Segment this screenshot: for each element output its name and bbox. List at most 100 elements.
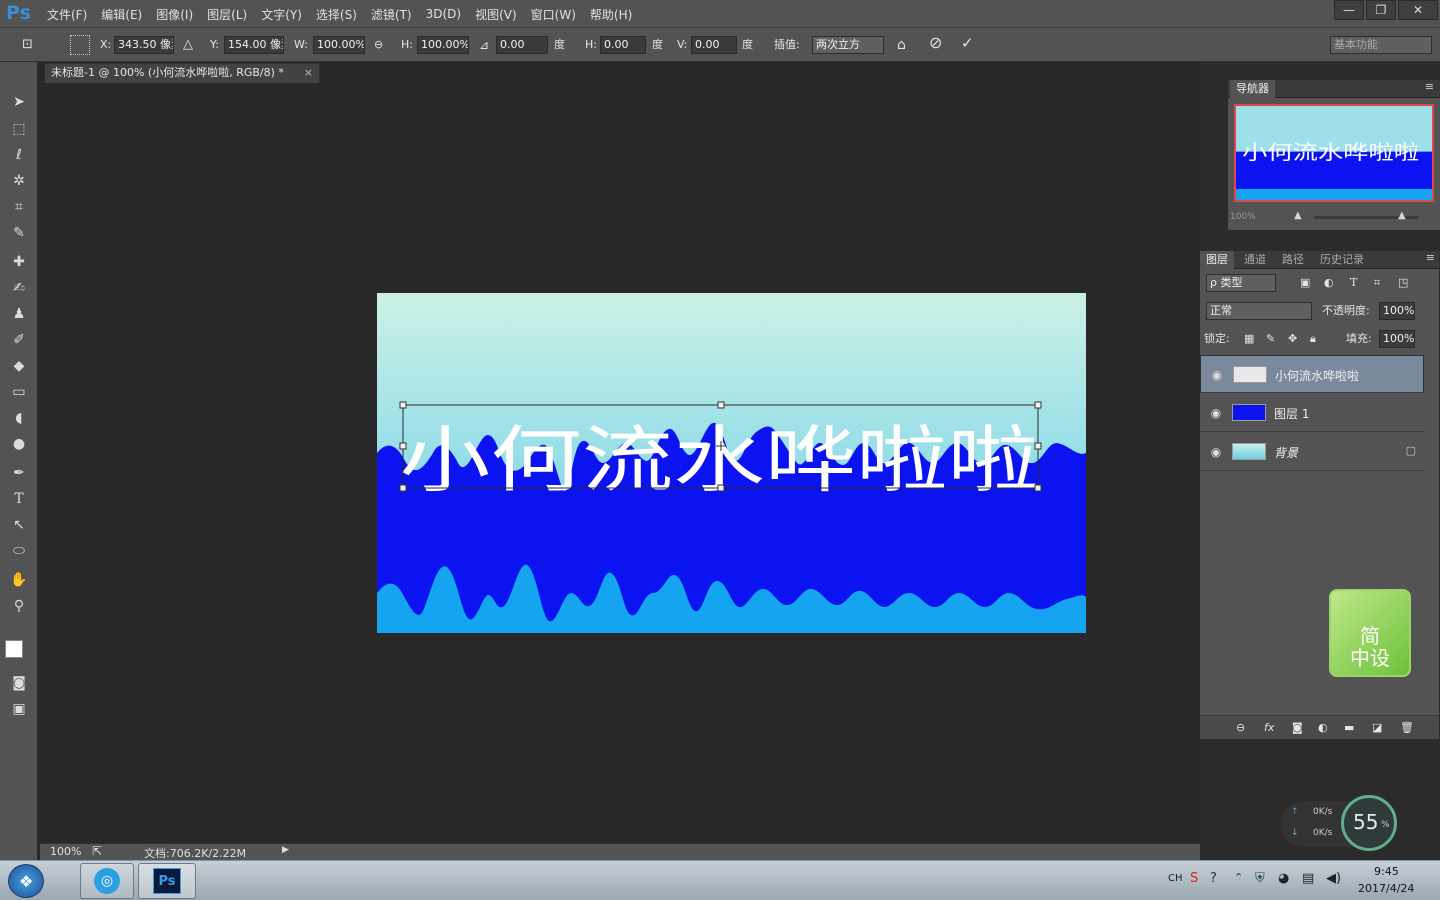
screen-mode-icon[interactable]: ▣ bbox=[9, 699, 29, 719]
menu-type[interactable]: 文字(Y) bbox=[254, 6, 309, 23]
close-tab-icon[interactable]: × bbox=[304, 64, 313, 82]
memory-usage-ring[interactable]: 55 % bbox=[1341, 795, 1397, 851]
menu-image[interactable]: 图像(I) bbox=[149, 6, 200, 23]
cancel-icon[interactable]: ⊘ bbox=[929, 34, 942, 52]
menu-3d[interactable]: 3D(D) bbox=[419, 7, 468, 21]
width-input[interactable]: 100.00% bbox=[313, 36, 365, 54]
delete-layer-icon[interactable]: 🗑︎ bbox=[1400, 719, 1414, 737]
document-canvas[interactable]: 小何流水哗啦啦 bbox=[377, 293, 1086, 633]
tab-history[interactable]: 历史记录 bbox=[1314, 251, 1370, 269]
menu-layer[interactable]: 图层(L) bbox=[200, 6, 254, 23]
h-skew-input[interactable]: 0.00 bbox=[600, 36, 646, 54]
add-mask-icon[interactable]: ◙ bbox=[1292, 719, 1303, 737]
clock-date[interactable]: 2017/4/24 bbox=[1358, 882, 1414, 895]
hand-tool-icon[interactable]: ✋ bbox=[9, 570, 29, 590]
ellipse-tool-icon[interactable]: ⬭ bbox=[9, 541, 29, 561]
clone-stamp-icon[interactable]: ♟ bbox=[9, 304, 29, 324]
menu-select[interactable]: 选择(S) bbox=[309, 6, 364, 23]
opacity-input[interactable]: 100% bbox=[1379, 302, 1415, 320]
tab-navigator[interactable]: 导航器 bbox=[1230, 80, 1275, 98]
blur-tool-icon[interactable]: ◖ bbox=[9, 408, 29, 428]
marquee-tool-icon[interactable]: ⬚ bbox=[9, 119, 29, 139]
magic-wand-icon[interactable]: ✲ bbox=[9, 171, 29, 191]
commit-icon[interactable]: ✓ bbox=[961, 34, 974, 52]
v-skew-input[interactable]: 0.00 bbox=[691, 36, 737, 54]
pen-tool-icon[interactable]: ✒ bbox=[9, 463, 29, 483]
adjustment-layer-icon[interactable]: ◐ bbox=[1318, 719, 1328, 737]
layers-menu-icon[interactable]: ≡ bbox=[1426, 251, 1435, 264]
lock-position-icon[interactable]: ✥ bbox=[1288, 330, 1297, 348]
filter-shape-icon[interactable]: ⌗ bbox=[1374, 274, 1380, 292]
filter-adjustment-icon[interactable]: ◐ bbox=[1324, 274, 1334, 292]
visibility-eye-icon[interactable]: ◉ bbox=[1208, 444, 1224, 460]
y-input[interactable]: 154.00 像素 bbox=[224, 36, 284, 54]
type-tool-icon[interactable]: T bbox=[9, 489, 29, 509]
zoom-out-icon[interactable]: ▲ bbox=[1294, 210, 1302, 221]
export-icon[interactable]: ⇱ bbox=[92, 844, 102, 858]
quick-mask-icon[interactable]: ◙ bbox=[9, 673, 29, 693]
help-icon[interactable]: ? bbox=[1210, 871, 1217, 886]
document-tab[interactable]: 未标题-1 @ 100% (小何流水哗啦啦, RGB/8) * × bbox=[44, 63, 320, 83]
menu-view[interactable]: 视图(V) bbox=[468, 6, 524, 23]
new-group-icon[interactable]: ▬ bbox=[1344, 719, 1354, 737]
menu-edit[interactable]: 编辑(E) bbox=[94, 6, 149, 23]
foreground-color-swatch[interactable] bbox=[5, 640, 23, 658]
blend-mode-select[interactable]: 正常 bbox=[1206, 302, 1312, 320]
history-brush-icon[interactable]: ✐ bbox=[9, 330, 29, 350]
zoom-in-icon[interactable]: ▲ bbox=[1398, 210, 1406, 221]
start-button[interactable]: ❖ bbox=[8, 864, 44, 898]
layer-row-layer1[interactable]: ◉ 图层 1 bbox=[1200, 394, 1424, 432]
layer-row-background[interactable]: ◉ 背景 ▢ bbox=[1200, 433, 1424, 471]
relative-position-icon[interactable]: △ bbox=[183, 36, 193, 54]
navigator-preview[interactable]: 小何流水哗啦啦 bbox=[1234, 104, 1434, 202]
workspace-select[interactable]: 基本功能 bbox=[1330, 36, 1432, 54]
healing-brush-icon[interactable]: ✚ bbox=[9, 252, 29, 272]
qq-icon[interactable]: ◕ bbox=[1278, 871, 1289, 886]
gradient-tool-icon[interactable]: ▭ bbox=[9, 382, 29, 402]
taskbar-app-browser[interactable]: ◎ bbox=[80, 863, 134, 899]
dodge-tool-icon[interactable]: ● bbox=[9, 434, 29, 454]
security-shield-icon[interactable]: ⛨ bbox=[1255, 871, 1265, 886]
input-language[interactable]: CH bbox=[1168, 873, 1183, 884]
eyedropper-icon[interactable]: ✎ bbox=[9, 223, 29, 243]
menu-filter[interactable]: 滤镜(T) bbox=[364, 6, 419, 23]
path-selection-icon[interactable]: ↖ bbox=[9, 515, 29, 535]
ime-icon[interactable]: S bbox=[1190, 871, 1198, 886]
tab-paths[interactable]: 路径 bbox=[1276, 251, 1310, 269]
taskbar-app-photoshop[interactable]: Ps bbox=[138, 863, 196, 899]
x-input[interactable]: 343.50 像素 bbox=[114, 36, 174, 54]
network-icon[interactable]: ▤ bbox=[1302, 871, 1314, 886]
visibility-eye-icon[interactable]: ◉ bbox=[1208, 405, 1224, 421]
link-icon[interactable]: ⊖ bbox=[374, 36, 383, 54]
filter-type-icon[interactable]: T bbox=[1350, 274, 1357, 292]
visibility-eye-icon[interactable]: ◉ bbox=[1209, 367, 1225, 383]
volume-icon[interactable]: ◀) bbox=[1326, 871, 1341, 886]
lock-image-icon[interactable]: ✎ bbox=[1266, 330, 1275, 348]
tab-layers[interactable]: 图层 bbox=[1200, 251, 1234, 269]
new-layer-icon[interactable]: ◪ bbox=[1372, 719, 1382, 737]
filter-smart-icon[interactable]: ◳ bbox=[1398, 274, 1408, 292]
menu-file[interactable]: 文件(F) bbox=[40, 6, 94, 23]
tray-expand-icon[interactable]: ⌃ bbox=[1234, 871, 1243, 884]
transform-tool-icon[interactable]: ⊡ bbox=[22, 36, 33, 54]
warp-icon[interactable]: ⌂ bbox=[897, 36, 906, 54]
link-layers-icon[interactable]: ⊖ bbox=[1236, 719, 1245, 737]
reference-point-icon[interactable] bbox=[70, 35, 90, 55]
layer-row-text[interactable]: ◉ 小何流水哗啦啦 bbox=[1200, 355, 1424, 393]
restore-button[interactable]: ❐ bbox=[1366, 0, 1396, 20]
filter-pixel-icon[interactable]: ▣ bbox=[1300, 274, 1310, 292]
menu-help[interactable]: 帮助(H) bbox=[583, 6, 639, 23]
fill-input[interactable]: 100% bbox=[1379, 330, 1415, 348]
interpolation-select[interactable]: 两次立方 bbox=[812, 36, 884, 54]
lasso-tool-icon[interactable]: ℓ bbox=[9, 145, 29, 165]
status-menu-arrow-icon[interactable]: ▶ bbox=[282, 845, 289, 855]
navigator-zoom[interactable]: 100% bbox=[1230, 212, 1256, 222]
navigator-menu-icon[interactable]: ≡ bbox=[1425, 80, 1434, 93]
brush-tool-icon[interactable]: ✍ bbox=[9, 278, 29, 298]
clock-time[interactable]: 9:45 bbox=[1374, 865, 1399, 878]
move-tool-icon[interactable]: ➤ bbox=[9, 92, 29, 112]
fx-icon[interactable]: fx bbox=[1264, 719, 1274, 737]
zoom-tool-icon[interactable]: ⚲ bbox=[9, 596, 29, 616]
crop-tool-icon[interactable]: ⌗ bbox=[9, 197, 29, 217]
close-button[interactable]: ✕ bbox=[1398, 0, 1438, 20]
